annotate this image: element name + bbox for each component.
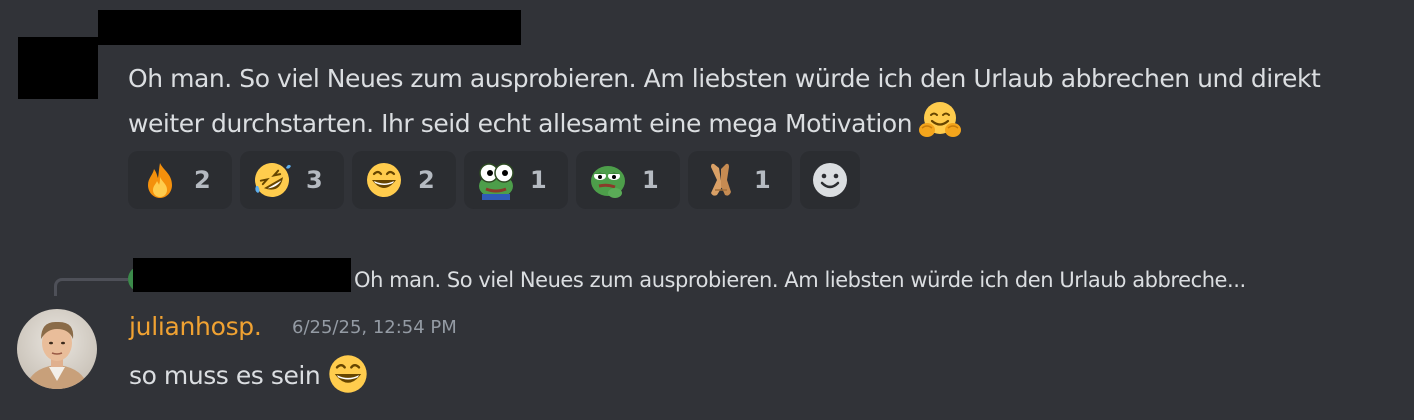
add-reaction-button[interactable] <box>800 151 860 209</box>
redacted-author-header <box>98 10 521 45</box>
fire-icon <box>148 163 172 198</box>
reaction-count: 1 <box>754 166 771 194</box>
rolling-on-floor-laughing-icon <box>255 163 291 197</box>
pepe-wide-eyes-icon <box>479 163 514 200</box>
redacted-avatar <box>18 37 98 99</box>
reaction-count: 3 <box>306 166 323 194</box>
redacted-reply-author <box>133 258 351 292</box>
chat-view: Oh man. So viel Neues zum ausprobieren. … <box>0 0 1414 420</box>
pepe-thinking-icon <box>591 166 625 198</box>
message-timestamp[interactable]: 6/25/25, 12:54 PM <box>292 316 457 340</box>
message-content: Oh man. So viel Neues zum ausprobieren. … <box>128 58 1388 145</box>
message-text: so muss es sein <box>129 361 321 390</box>
reaction-count: 2 <box>194 166 211 194</box>
message-content: so muss es sein <box>129 352 370 396</box>
reaction-fire[interactable]: 2 <box>128 151 232 209</box>
user-avatar-icon <box>17 309 97 389</box>
hugging-face-emoji-icon <box>919 102 962 137</box>
reaction-grin[interactable]: 2 <box>352 151 456 209</box>
reactions-bar: 2 3 2 1 1 1 <box>128 151 860 209</box>
reaction-pepe-wide-eyes[interactable]: 1 <box>464 151 568 209</box>
grinning-squinting-face-icon <box>367 163 401 197</box>
reaction-rofl[interactable]: 3 <box>240 151 344 209</box>
avatar[interactable] <box>17 309 97 389</box>
grinning-squinting-face-icon <box>329 355 367 393</box>
reaction-count: 2 <box>418 166 435 194</box>
folded-hands-icon <box>711 163 731 196</box>
reply-preview-text[interactable]: Oh man. So viel Neues zum ausprobieren. … <box>354 266 1404 294</box>
add-reaction-smiley-icon <box>813 163 847 197</box>
message-text: Oh man. So viel Neues zum ausprobieren. … <box>128 64 1321 138</box>
reply-spine <box>54 278 128 296</box>
username[interactable]: julianhosp. <box>129 309 262 345</box>
reaction-pepe-thinking[interactable]: 1 <box>576 151 680 209</box>
reaction-folded-hands[interactable]: 1 <box>688 151 792 209</box>
reaction-count: 1 <box>530 166 547 194</box>
reaction-count: 1 <box>642 166 659 194</box>
